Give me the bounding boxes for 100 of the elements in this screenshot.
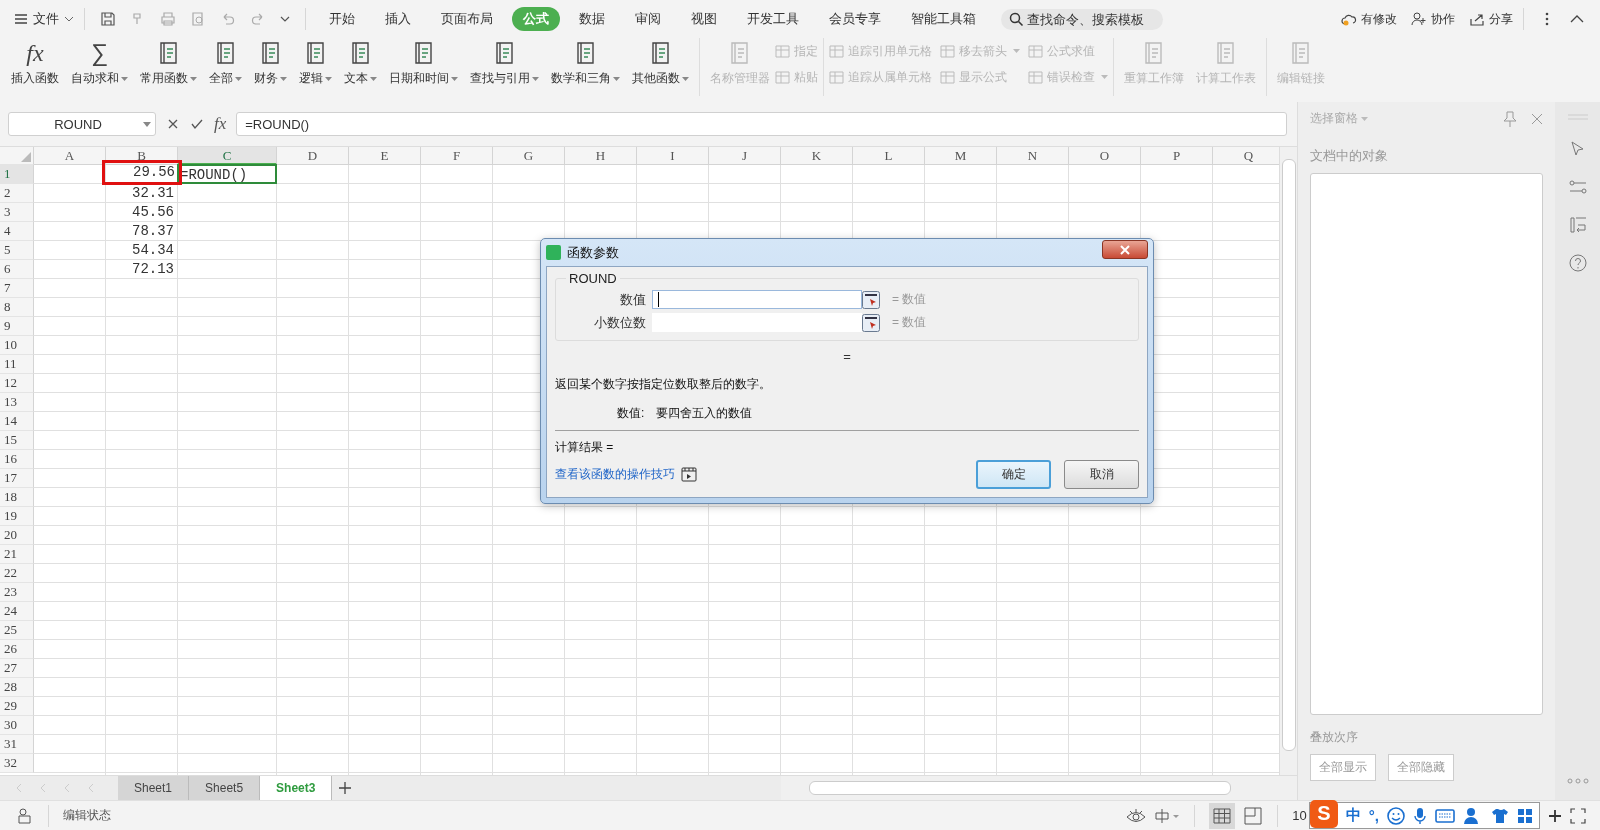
horizontal-scrollbar[interactable] [781,776,1297,800]
row-header[interactable]: 12 [0,374,34,393]
ime-punctuation[interactable]: °, [1368,807,1379,824]
confirm-icon[interactable] [190,117,204,131]
menu-tab[interactable]: 开发工具 [736,7,810,31]
row-header[interactable]: 11 [0,355,34,374]
row-header[interactable]: 7 [0,279,34,298]
row-header[interactable]: 14 [0,412,34,431]
row-header[interactable]: 19 [0,507,34,526]
row-header[interactable]: 30 [0,716,34,735]
row-header[interactable]: 1 [0,165,34,184]
sliders-icon[interactable] [1568,178,1587,196]
dialog-button[interactable]: 确定 [976,460,1051,489]
row-header[interactable]: 6 [0,260,34,279]
smiley-icon[interactable] [1387,806,1405,825]
ribbon-button[interactable]: 文本 [339,38,382,89]
column-header[interactable]: D [277,147,349,165]
row-header[interactable]: 17 [0,469,34,488]
menu-tab[interactable]: 开始 [318,7,366,31]
page-view-icon[interactable] [1243,805,1264,826]
microphone-icon[interactable] [1413,806,1427,825]
preview-icon[interactable] [190,11,206,27]
menu-tab[interactable]: 审阅 [624,7,672,31]
vertical-scrollbar[interactable] [1279,147,1297,775]
fullscreen-icon[interactable] [1570,807,1586,824]
row-header[interactable]: 10 [0,336,34,355]
eye-icon[interactable] [1126,807,1147,824]
grid-icon[interactable] [1517,807,1533,824]
search-field[interactable]: 查找命令、搜索模板 [1001,8,1163,30]
row-header[interactable]: 28 [0,678,34,697]
menu-tab[interactable]: 数据 [568,7,616,31]
row-header[interactable]: 16 [0,450,34,469]
ribbon-button[interactable]: 常用函数 [135,38,202,89]
row-header[interactable]: 26 [0,640,34,659]
share-button[interactable]: 分享 [1469,10,1513,28]
column-header[interactable]: A [34,147,106,165]
row-header[interactable]: 31 [0,735,34,754]
row-header[interactable]: 32 [0,754,34,773]
menu-tab[interactable]: 页面布局 [430,7,504,31]
row-header[interactable]: 25 [0,621,34,640]
column-header[interactable]: L [853,147,925,165]
row-header[interactable]: 23 [0,583,34,602]
row-header[interactable]: 2 [0,184,34,203]
sheet-tab[interactable]: Sheet3 [260,776,333,800]
swap-icon[interactable] [1568,216,1587,234]
collaborate-button[interactable]: 协作 [1411,10,1455,28]
zoom-level[interactable]: 10 [1292,808,1307,823]
add-sheet-icon[interactable] [338,781,353,795]
row-header[interactable]: 21 [0,545,34,564]
column-header[interactable]: Q [1213,147,1279,165]
ribbon-button[interactable]: 其他函数 [627,38,694,89]
ribbon-button[interactable]: ∑ 自动求和 [66,38,133,89]
row-header[interactable]: 9 [0,317,34,336]
ribbon-button[interactable]: 查找与引用 [465,38,544,89]
ribbon-button[interactable]: 日期和时间 [384,38,463,89]
ime-mode[interactable]: 中 [1345,806,1361,825]
ribbon-button[interactable]: 财务 [249,38,292,89]
shirt-icon[interactable] [1491,807,1509,824]
ribbon-button[interactable]: fx 插入函数 [6,38,64,89]
function-tips-link[interactable]: 查看该函数的操作技巧 [555,466,675,483]
column-header[interactable]: M [925,147,997,165]
row-header[interactable]: 20 [0,526,34,545]
row-header[interactable]: 4 [0,222,34,241]
row-header[interactable]: 13 [0,393,34,412]
menu-tab[interactable]: 视图 [680,7,728,31]
sheet-tab[interactable]: Sheet5 [189,776,261,800]
name-box[interactable]: ROUND [8,112,156,136]
column-header[interactable]: N [997,147,1069,165]
row-header[interactable]: 29 [0,697,34,716]
row-header[interactable]: 3 [0,203,34,222]
print-icon[interactable] [160,11,176,27]
column-header[interactable]: P [1141,147,1213,165]
row-header[interactable]: 24 [0,602,34,621]
menu-tab[interactable]: 智能工具箱 [900,7,987,31]
help-icon[interactable] [1568,254,1587,272]
customize-icon[interactable] [280,15,290,23]
column-header[interactable]: F [421,147,493,165]
row-header[interactable]: 18 [0,488,34,507]
cancel-icon[interactable] [166,117,180,131]
changes-button[interactable]: 有修改 [1341,10,1397,28]
save-icon[interactable] [100,11,116,27]
sheet-tab[interactable]: Sheet1 [118,776,190,800]
close-icon[interactable] [1531,112,1543,125]
row-header[interactable]: 22 [0,564,34,583]
row-header[interactable]: 8 [0,298,34,317]
keyboard-icon[interactable] [1435,808,1455,823]
menu-tab[interactable]: 插入 [374,7,422,31]
dialog-button[interactable]: 取消 [1064,460,1139,489]
column-header[interactable]: K [781,147,853,165]
close-button[interactable] [1102,240,1148,259]
column-header[interactable]: O [1069,147,1141,165]
formula-field[interactable]: =ROUND() [236,112,1287,136]
insert-function-button[interactable]: fx [214,114,227,134]
ribbon-button[interactable]: 数学和三角 [546,38,625,89]
column-header[interactable]: H [565,147,637,165]
range-picker-icon[interactable] [862,290,880,309]
ribbon-button[interactable]: 逻辑 [294,38,337,89]
macro-icon[interactable] [16,806,34,825]
row-header[interactable]: 27 [0,659,34,678]
column-header[interactable]: I [637,147,709,165]
